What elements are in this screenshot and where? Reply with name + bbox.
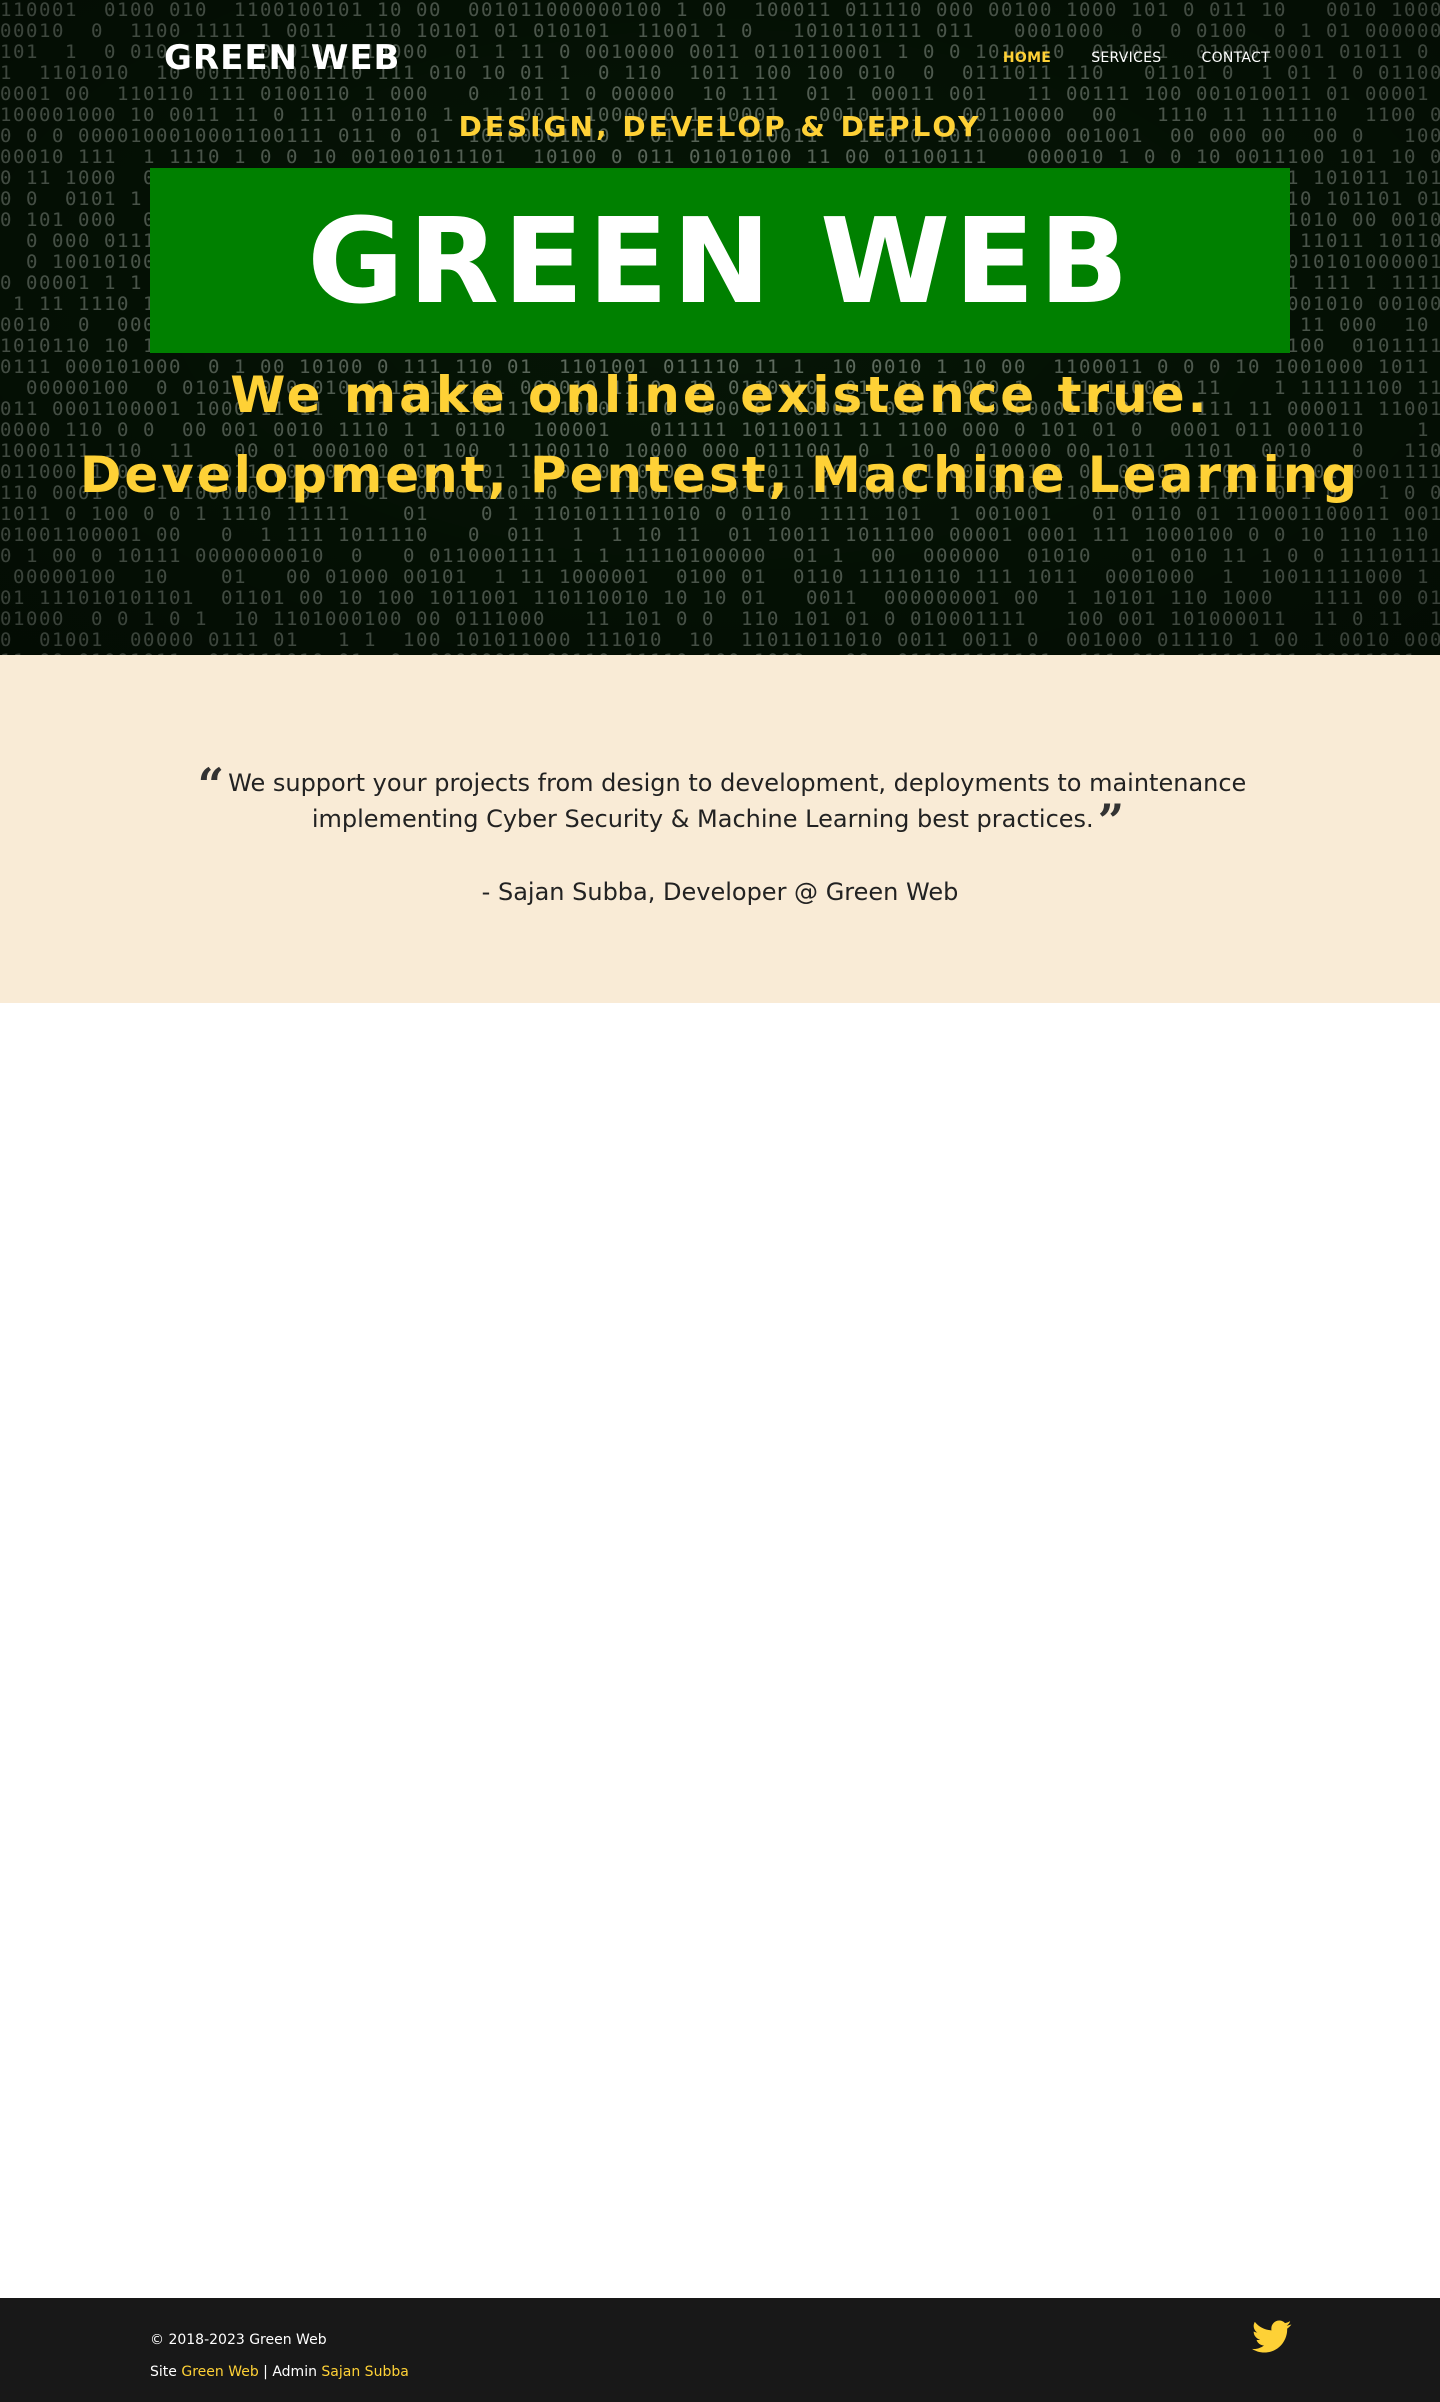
footer-copyright: © 2018-2023 Green Web [150, 2332, 327, 2348]
nav-item-services[interactable]: SERVICES [1071, 50, 1181, 66]
main-nav: HOME SERVICES CONTACT [983, 50, 1270, 66]
credits-admin-label: | Admin [263, 2364, 317, 2380]
nav-item-contact[interactable]: CONTACT [1182, 50, 1271, 66]
footer-site-link[interactable]: Green Web [181, 2364, 258, 2380]
quote-left-icon: “ [197, 758, 225, 812]
hero-subtitle-1: We make online existence true. [230, 366, 1210, 424]
brand-logo[interactable]: GREEN WEB [164, 38, 400, 78]
nav-item-home[interactable]: HOME [983, 50, 1071, 66]
hero-subtitle-2: Development, Pentest, Machine Learning [79, 446, 1361, 504]
footer-credits: Site Green Web | Admin Sajan Subba [150, 2364, 409, 2380]
twitter-icon[interactable] [1252, 2320, 1292, 2354]
hero-tagline: DESIGN, DEVELOP & DEPLOY [458, 110, 982, 143]
footer: © 2018-2023 Green Web Site Green Web | A… [0, 2298, 1440, 2402]
credits-site-label: Site [150, 2364, 177, 2380]
hero-title: GREEN WEB [307, 191, 1133, 330]
quote-block: “We support your projects from design to… [160, 758, 1280, 848]
hero-section: 1 0 1 1 0 1 0 0 0 0 0 0 0 1 0 0 0 1 0 1 … [0, 0, 1440, 655]
hero-title-box: GREEN WEB [150, 168, 1290, 353]
quote-section: “We support your projects from design to… [0, 655, 1440, 1003]
footer-admin-link[interactable]: Sajan Subba [321, 2364, 408, 2380]
quote-text: We support your projects from design to … [228, 769, 1247, 833]
quote-right-icon: ” [1097, 794, 1125, 848]
quote-author: - Sajan Subba, Developer @ Green Web [481, 878, 959, 906]
